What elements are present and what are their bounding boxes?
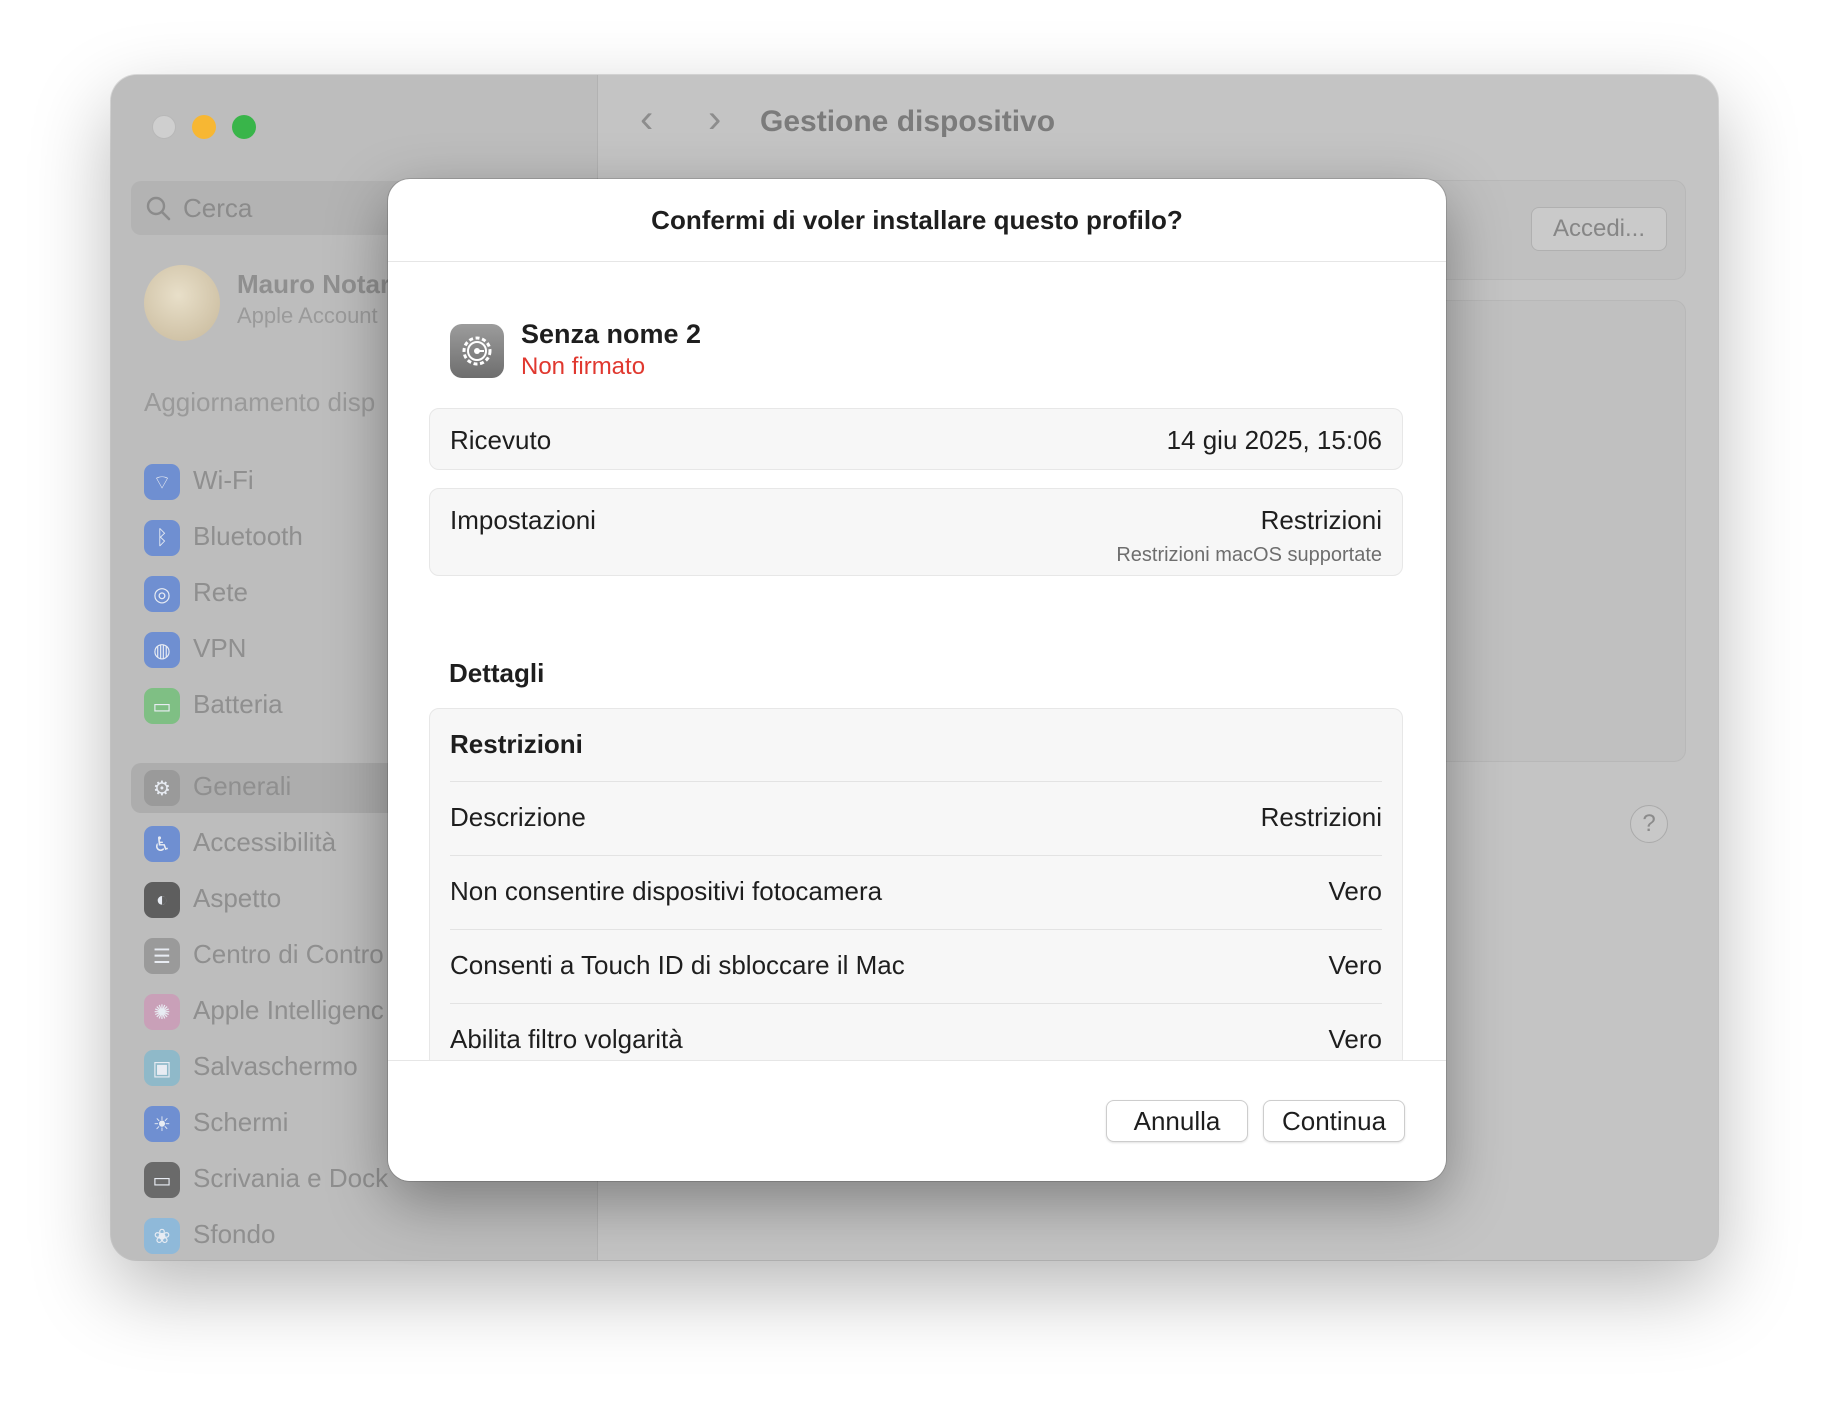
- sidebar-item-label: Aspetto: [193, 883, 282, 913]
- gear-icon: ⚙: [144, 770, 180, 806]
- settings-card: Impostazioni Restrizioni Restrizioni mac…: [429, 488, 1403, 576]
- account-name: Mauro Notar: [237, 269, 391, 299]
- detail-row: Consenti a Touch ID di sbloccare il Mac …: [450, 929, 1382, 1004]
- dialog-header: Confermi di voler installare questo prof…: [388, 179, 1446, 262]
- wallpaper-icon: ❀: [144, 1218, 180, 1254]
- chevron-left-icon[interactable]: ‹: [640, 97, 653, 142]
- detail-value: Vero: [1328, 1024, 1383, 1054]
- sidebar-item-label: Salvaschermo: [193, 1051, 358, 1081]
- search-placeholder: Cerca: [183, 193, 253, 223]
- appearance-icon: ◐: [144, 882, 180, 918]
- search-icon: [146, 196, 171, 221]
- sidebar-item[interactable]: ❀ Sfondo: [131, 1211, 571, 1260]
- help-button[interactable]: ?: [1630, 805, 1668, 843]
- sidebar-item-label: Apple Intelligenc: [193, 995, 384, 1025]
- sidebar-item-label: Batteria: [193, 689, 283, 719]
- desktop-dock-icon: ▭: [144, 1162, 180, 1198]
- detail-row: Descrizione Restrizioni: [450, 781, 1382, 856]
- sidebar-item-label: Scrivania e Dock: [193, 1163, 389, 1193]
- sidebar-item-label: Accessibilità: [193, 827, 337, 857]
- chevron-right-icon[interactable]: ›: [708, 97, 721, 142]
- received-label: Ricevuto: [450, 425, 552, 455]
- settings-value: Restrizioni: [1260, 505, 1382, 535]
- battery-icon: ▭: [144, 688, 180, 724]
- sidebar-item-label: Wi-Fi: [193, 465, 254, 495]
- detail-label: Abilita filtro volgarità: [450, 1024, 683, 1054]
- avatar: [144, 265, 220, 341]
- sidebar-item-label: Sfondo: [193, 1219, 276, 1249]
- account-subtitle: Apple Account: [237, 303, 378, 328]
- settings-subtitle: Restrizioni macOS supportate: [1116, 544, 1382, 566]
- details-card: Restrizioni Descrizione Restrizioni Non …: [429, 708, 1403, 1060]
- signin-button[interactable]: Accedi...: [1531, 207, 1667, 251]
- control-center-icon: ☰: [144, 938, 180, 974]
- continue-button[interactable]: Continua: [1263, 1100, 1405, 1142]
- close-window-button[interactable]: [152, 115, 176, 139]
- sidebar-item-label: Schermi: [193, 1107, 289, 1137]
- page-title: Gestione dispositivo: [760, 105, 1056, 138]
- detail-value: Vero: [1328, 876, 1383, 906]
- sidebar-item-label: Generali: [193, 771, 292, 801]
- minimize-window-button[interactable]: [192, 115, 216, 139]
- wifi-icon: ⌔: [144, 464, 180, 500]
- detail-row: Non consentire dispositivi fotocamera Ve…: [450, 855, 1382, 930]
- detail-row: Abilita filtro volgarità Vero: [450, 1003, 1382, 1060]
- zoom-window-button[interactable]: [232, 115, 256, 139]
- accessibility-icon: ♿: [144, 826, 180, 862]
- vpn-globe-icon: ◍: [144, 632, 180, 668]
- detail-label: Non consentire dispositivi fotocamera: [450, 876, 883, 906]
- apple-intelligence-icon: ✺: [144, 994, 180, 1030]
- sidebar-item-label: Bluetooth: [193, 521, 303, 551]
- details-title: Dettagli: [449, 658, 545, 688]
- detail-value: Vero: [1328, 950, 1383, 980]
- settings-label: Impostazioni: [450, 505, 596, 535]
- dialog-title: Confermi di voler installare questo prof…: [651, 204, 1183, 235]
- sidebar-item-label: Centro di Contro: [193, 939, 384, 969]
- detail-value: Restrizioni: [1260, 802, 1382, 832]
- dialog-footer: Annulla Continua: [388, 1060, 1446, 1181]
- detail-label: Consenti a Touch ID di sbloccare il Mac: [450, 950, 905, 980]
- displays-icon: ☀: [144, 1106, 180, 1142]
- sidebar-item-label: Rete: [193, 577, 248, 607]
- screensaver-icon: ▣: [144, 1050, 180, 1086]
- profile-gear-icon: [450, 324, 504, 378]
- sidebar-item-label: VPN: [193, 633, 247, 663]
- received-card: Ricevuto 14 giu 2025, 15:06: [429, 408, 1403, 470]
- bluetooth-icon: ᛒ: [144, 520, 180, 556]
- install-profile-dialog: Confermi di voler installare questo prof…: [388, 179, 1446, 1181]
- received-value: 14 giu 2025, 15:06: [1166, 425, 1382, 455]
- dialog-body[interactable]: Senza nome 2 Non firmato Ricevuto 14 giu…: [388, 262, 1446, 1060]
- profile-signature-status: Non firmato: [521, 353, 646, 380]
- details-card-heading: Restrizioni: [450, 729, 583, 759]
- profile-name: Senza nome 2: [521, 319, 702, 349]
- cancel-button[interactable]: Annulla: [1106, 1100, 1248, 1142]
- globe-icon: ◎: [144, 576, 180, 612]
- software-update-item[interactable]: Aggiornamento disp: [144, 387, 375, 418]
- detail-label: Descrizione: [450, 802, 586, 832]
